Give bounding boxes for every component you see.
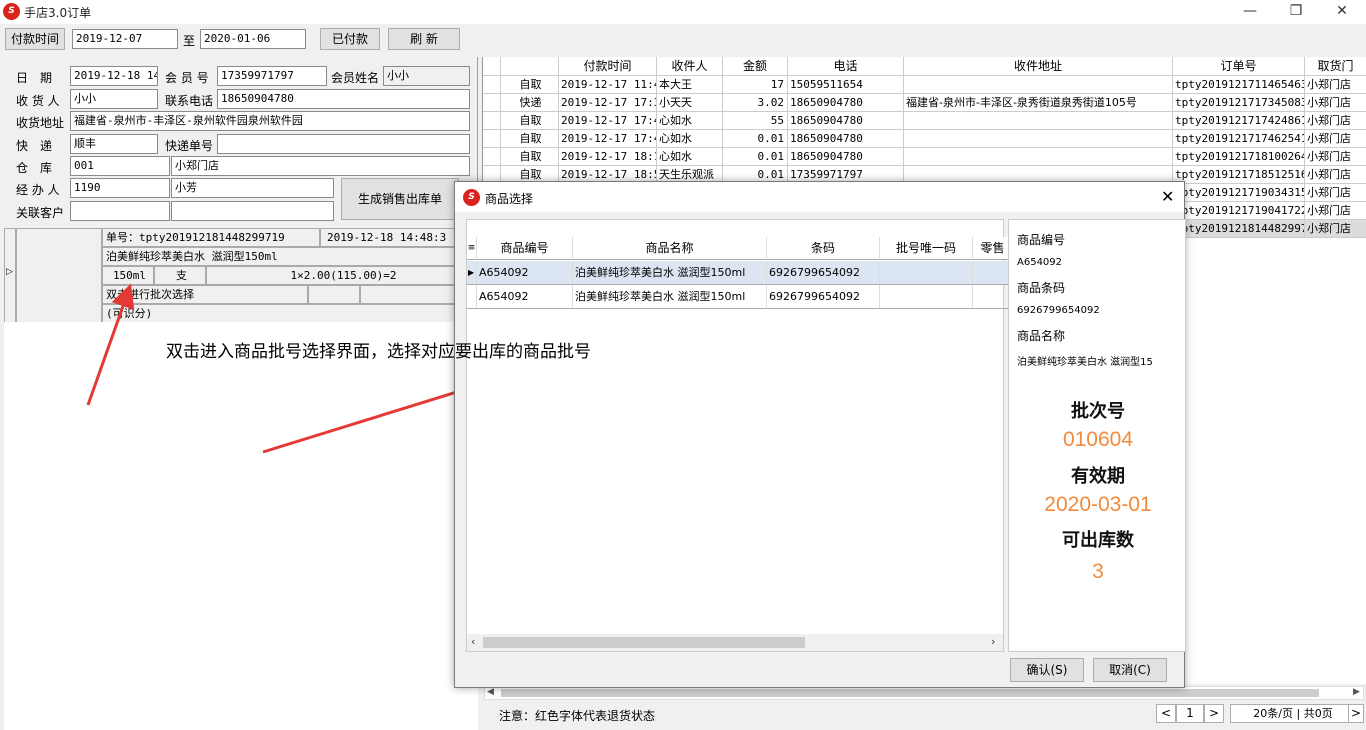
dialog-hscrollbar[interactable]: ‹ › (467, 634, 1003, 651)
product-select-dialog: S 商品选择 ✕ ≡ 商品编号 商品名称 条码 批号唯一码 零售 ▶ A65409… (454, 181, 1186, 688)
product-cell-barcode[interactable]: 6926799654092 (767, 261, 880, 285)
product-cell-batch[interactable] (880, 285, 973, 309)
col-header-name[interactable]: 商品名称 (573, 237, 767, 260)
dialog-logo-icon: S (463, 189, 480, 206)
info-barcode-value: 6926799654092 (1017, 305, 1100, 316)
cancel-button[interactable]: 取消(C) (1093, 658, 1167, 682)
confirm-button[interactable]: 确认(S) (1010, 658, 1084, 682)
product-table: ≡ 商品编号 商品名称 条码 批号唯一码 零售 ▶ A654092 泊美鲜纯珍萃美白… (466, 219, 1013, 652)
product-row-indicator[interactable]: ▶ (467, 261, 477, 285)
dialog-title-bar: S 商品选择 ✕ (455, 182, 1184, 212)
table-menu-icon[interactable]: ≡ (467, 237, 477, 260)
product-cell-retail[interactable] (973, 285, 1013, 309)
col-header-retail[interactable]: 零售 (973, 237, 1013, 260)
product-cell-name[interactable]: 泊美鲜纯珍萃美白水 滋润型150ml (573, 261, 767, 285)
col-header-code[interactable]: 商品编号 (477, 237, 573, 260)
info-code-label: 商品编号 (1017, 233, 1066, 247)
dialog-close-icon[interactable]: ✕ (1161, 187, 1174, 206)
available-qty-value: 3 (1092, 560, 1104, 583)
dialog-scroll-right-icon[interactable]: › (991, 635, 995, 648)
info-code-value: A654092 (1017, 257, 1063, 268)
product-cell-code[interactable]: A654092 (477, 285, 573, 309)
expiry-value: 2020-03-01 (1044, 493, 1152, 516)
dialog-scrollbar-thumb[interactable] (483, 637, 805, 648)
info-barcode-label: 商品条码 (1017, 281, 1066, 295)
col-header-batch-code[interactable]: 批号唯一码 (880, 237, 973, 260)
info-name-value: 泊美鲜纯珍萃美白水 滋润型15 (1017, 357, 1153, 368)
product-info-panel: 商品编号 A654092 商品条码 6926799654092 商品名称 泊美鲜… (1008, 219, 1186, 652)
product-cell-name[interactable]: 泊美鲜纯珍萃美白水 滋润型150ml (573, 285, 767, 309)
product-row-indicator[interactable] (467, 285, 477, 309)
product-cell-batch[interactable] (880, 261, 973, 285)
batch-no-label: 批次号 (1071, 401, 1125, 422)
info-name-label: 商品名称 (1017, 329, 1066, 343)
expiry-label: 有效期 (1071, 466, 1125, 487)
dialog-title: 商品选择 (485, 192, 534, 206)
product-cell-barcode[interactable]: 6926799654092 (767, 285, 880, 309)
product-cell-code[interactable]: A654092 (477, 261, 573, 285)
product-cell-retail[interactable] (973, 261, 1013, 285)
annotation-text: 双击进入商品批号选择界面，选择对应要出库的商品批号 (166, 342, 591, 362)
batch-no-value: 010604 (1062, 428, 1134, 451)
col-header-barcode[interactable]: 条码 (767, 237, 880, 260)
available-qty-label: 可出库数 (1062, 530, 1134, 551)
arrow-to-batch-cell (86, 283, 135, 406)
dialog-scroll-left-icon[interactable]: ‹ (471, 635, 475, 648)
